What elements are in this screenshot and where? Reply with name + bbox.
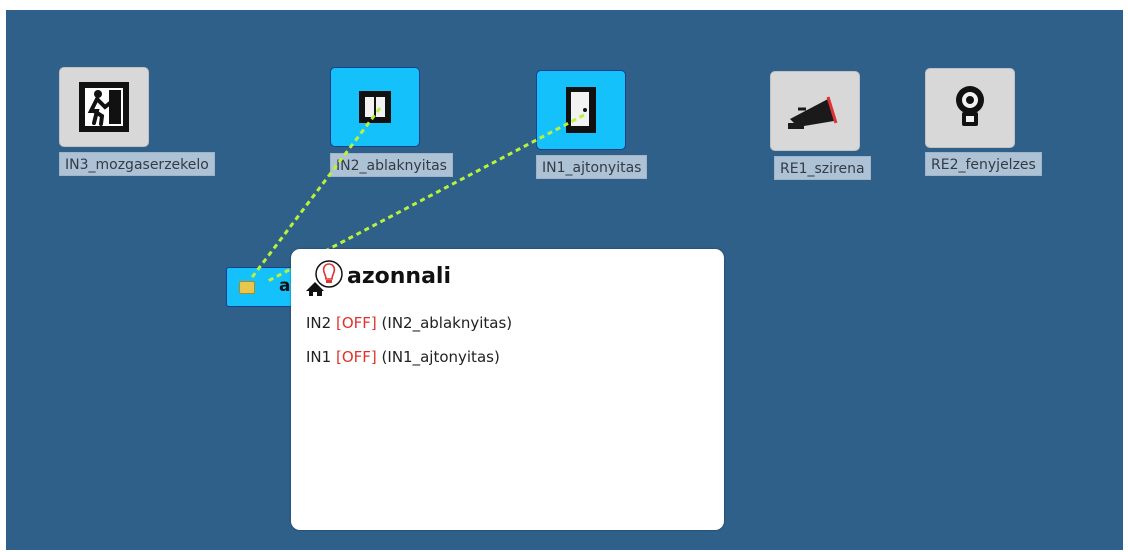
popup-title: azonnali	[347, 264, 452, 289]
row-state: [OFF]	[335, 314, 377, 332]
row-id: IN1	[306, 348, 332, 366]
scenario-node[interactable]: a	[226, 267, 298, 307]
row-device-name: (IN1_ajtonyitas)	[381, 348, 500, 366]
device-label-re1: RE1_szirena	[774, 156, 871, 180]
device-label-in1: IN1_ajtonyitas	[536, 155, 648, 179]
door-icon	[566, 87, 596, 133]
alarm-house-icon	[306, 260, 343, 296]
device-tile-in3[interactable]	[59, 67, 149, 147]
device-tile-re2[interactable]	[925, 68, 1015, 148]
chip-card-icon	[239, 281, 255, 294]
window-icon	[359, 91, 391, 123]
popup-row-in2: IN2 [OFF] (IN2_ablaknyitas)	[306, 314, 512, 332]
scenario-node-label: a	[279, 276, 291, 296]
device-label-re2: RE2_fenyjelzes	[925, 152, 1042, 176]
row-device-name: (IN2_ablaknyitas)	[381, 314, 513, 332]
row-id: IN2	[306, 314, 332, 332]
row-state: [OFF]	[335, 348, 377, 366]
device-tile-in1[interactable]	[536, 70, 626, 150]
device-tile-in2[interactable]	[330, 67, 420, 147]
device-tile-re1[interactable]	[770, 71, 860, 151]
emergency-exit-icon	[79, 82, 129, 132]
device-label-in3: IN3_mozgaserzekelo	[59, 152, 215, 176]
beacon-light-icon	[956, 86, 984, 126]
popup-row-in1: IN1 [OFF] (IN1_ajtonyitas)	[306, 348, 500, 366]
siren-megaphone-icon	[788, 96, 838, 129]
device-label-in2: IN2_ablaknyitas	[330, 153, 453, 177]
scenario-popup: azonnali IN2 [OFF] (IN2_ablaknyitas) IN1…	[291, 249, 724, 530]
